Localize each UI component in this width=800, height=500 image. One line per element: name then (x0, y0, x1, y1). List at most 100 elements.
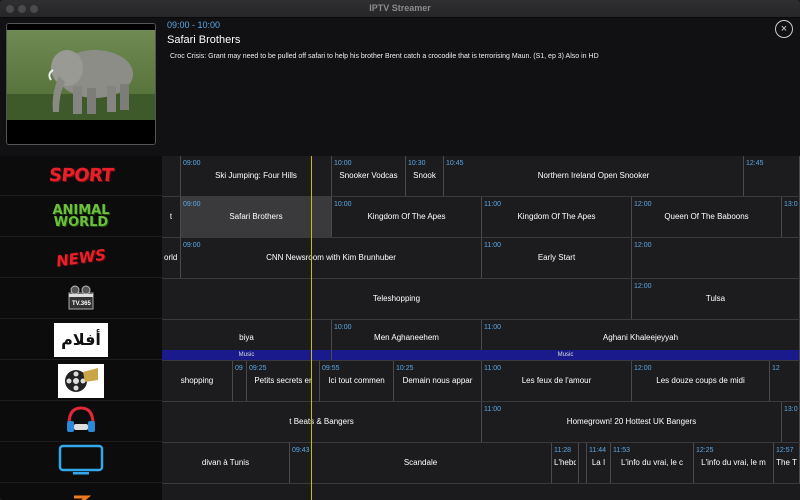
program-title: biya (239, 333, 254, 342)
program-start-time: 11:44 (589, 447, 606, 454)
program-cell[interactable]: 09:00 CNN Newsroom with Kim Brunhuber (181, 238, 482, 278)
program-title: Aghani Khaleejeyyah (602, 333, 679, 342)
program-cell[interactable]: 12:25 L'info du vrai, le m (694, 443, 774, 483)
program-title: Snooker Vodcas (339, 171, 398, 180)
program-title: The T (776, 458, 797, 467)
program-cell[interactable]: 13:0 (782, 197, 800, 237)
program-cell[interactable]: 12 (770, 361, 800, 401)
program-cell[interactable]: 09 (233, 361, 247, 401)
program-cell[interactable]: 11:28 L'hebd (552, 443, 579, 483)
program-cell[interactable]: 12:00 Tulsa (632, 279, 800, 319)
program-cell[interactable]: 11:00 Homegrown! 20 Hottest UK Bangers (482, 402, 782, 442)
program-title: La I (591, 458, 606, 467)
film-camera-icon: TV.365 (66, 284, 96, 314)
program-start-time: 10:45 (446, 160, 464, 167)
program-title: Early Start (537, 253, 576, 262)
program-cell[interactable]: 13:0 (782, 402, 800, 442)
program-cell[interactable] (162, 156, 181, 196)
close-icon[interactable]: × (775, 20, 793, 38)
guide-row: biya 10:00 Men Aghaneehem 11:00 Aghani Khale… (162, 320, 800, 361)
channel-tv[interactable] (0, 443, 162, 483)
program-time: 09:00 - 10:00 (167, 20, 221, 30)
program-title: Ski Jumping: Four Hills (215, 171, 297, 180)
channel-sport[interactable]: SPORT (0, 156, 162, 196)
tv-icon (58, 444, 104, 481)
program-cell[interactable]: 12:57 The T (774, 443, 800, 483)
program-start-time: 11:00 (484, 201, 501, 208)
program-start-time: 09:43 (292, 447, 310, 454)
channel-aflam[interactable]: أفلام (0, 320, 162, 360)
program-start-time: 11:53 (613, 447, 630, 454)
program-cell[interactable]: 10:00 Kingdom Of The Apes (332, 197, 482, 237)
news-logo: NEWS (54, 245, 108, 270)
program-start-time: 09:00 (183, 201, 201, 208)
program-cell[interactable]: 12:45 (744, 156, 800, 196)
window-title: IPTV Streamer (369, 3, 431, 13)
program-cell[interactable]: 11:44 La I (587, 443, 611, 483)
program-start-time: 09:25 (249, 365, 267, 372)
program-title: Northern Ireland Open Snooker (537, 171, 650, 180)
program-start-time: 11:00 (484, 365, 501, 372)
program-title: Men Aghaneehem (374, 333, 439, 342)
headphones-icon (64, 404, 98, 439)
program-title: CNN Newsroom with Kim Brunhuber (266, 253, 396, 262)
program-cell[interactable]: Teleshopping (162, 279, 632, 319)
video-preview[interactable] (6, 23, 156, 145)
current-time-indicator (311, 156, 312, 500)
program-cell[interactable]: 11:53 L'info du vrai, le c (611, 443, 694, 483)
orange-logo-icon (71, 493, 92, 500)
program-title: Les douze coups de midi (656, 376, 745, 385)
program-cell[interactable]: 09:43 Scandale (290, 443, 552, 483)
program-cell[interactable]: shopping (162, 361, 233, 401)
program-cell[interactable]: divan à Tunis (162, 443, 290, 483)
program-cell[interactable]: 12:00 Les douze coups de midi (632, 361, 770, 401)
program-start-time: 11:28 (554, 447, 571, 454)
channel-logo-column: SPORT ANIMAL WORLD NEWS TV.365 أفلام (0, 156, 162, 500)
program-cell[interactable]: 10:45 Northern Ireland Open Snooker (444, 156, 744, 196)
program-cell[interactable]: 10:25 Demain nous appar (394, 361, 482, 401)
guide-row: Teleshopping 12:00 Tulsa (162, 279, 800, 320)
app-window: IPTV Streamer × 09:00 - 10:00 Safari Bro… (0, 0, 800, 500)
program-start-time: 12:00 (634, 365, 652, 372)
program-title: Teleshopping (372, 294, 421, 303)
tv365-label: TV.365 (72, 300, 91, 307)
program-title: divan à Tunis (201, 458, 250, 467)
program-cell[interactable]: 12:00 Queen Of The Baboons (632, 197, 782, 237)
row-divider (162, 483, 800, 484)
program-start-time: 10:00 (334, 324, 352, 331)
channel-news[interactable]: NEWS (0, 238, 162, 278)
program-start-time: 13:0 (784, 201, 798, 208)
program-start-time: 11:00 (484, 406, 501, 413)
program-cell[interactable]: 09:25 Petits secrets er (247, 361, 320, 401)
program-description: Croc Crisis: Grant may need to be pulled… (170, 53, 599, 60)
program-start-time: 12:45 (746, 160, 764, 167)
program-cell[interactable]: 10:00 Snooker Vodcas (332, 156, 406, 196)
program-cell[interactable]: t Beats & Bangers (162, 402, 482, 442)
channel-animal-world[interactable]: ANIMAL WORLD (0, 197, 162, 237)
program-cell[interactable]: t (162, 197, 181, 237)
program-cell[interactable]: 11:00 Kingdom Of The Apes (482, 197, 632, 237)
program-cell[interactable]: 09:00 Ski Jumping: Four Hills (181, 156, 332, 196)
film-reel-icon (58, 363, 104, 398)
channel-tv365[interactable]: TV.365 (0, 279, 162, 319)
program-cell[interactable]: 12:00 (632, 238, 800, 278)
channel-orange[interactable] (0, 484, 162, 500)
program-title: Petits secrets er (254, 376, 312, 385)
program-start-time: 10:25 (396, 365, 414, 372)
program-cell[interactable]: 11:00 Early Start (482, 238, 632, 278)
channel-music[interactable] (0, 402, 162, 442)
program-title: Snook (413, 171, 436, 180)
guide-row: shopping 09 09:25 Petits secrets er 09:55 Ici… (162, 361, 800, 402)
guide-row: t 09:00 Safari Brothers 10:00 Kingdom Of The… (162, 197, 800, 238)
program-start-time: 09 (235, 365, 243, 372)
program-cell[interactable]: 10:30 Snook (406, 156, 444, 196)
program-cell[interactable]: 11:00 Les feux de l'amour (482, 361, 632, 401)
program-title: L'hebd (554, 458, 576, 467)
program-cell[interactable]: orld S (162, 238, 181, 278)
program-cell[interactable]: 09:55 Ici tout commen (320, 361, 394, 401)
channel-film-reel[interactable] (0, 361, 162, 401)
program-cell[interactable] (579, 443, 587, 483)
program-cell[interactable]: 09:00 Safari Brothers (181, 197, 332, 237)
program-title: t (169, 212, 173, 221)
program-start-time: 09:55 (322, 365, 340, 372)
